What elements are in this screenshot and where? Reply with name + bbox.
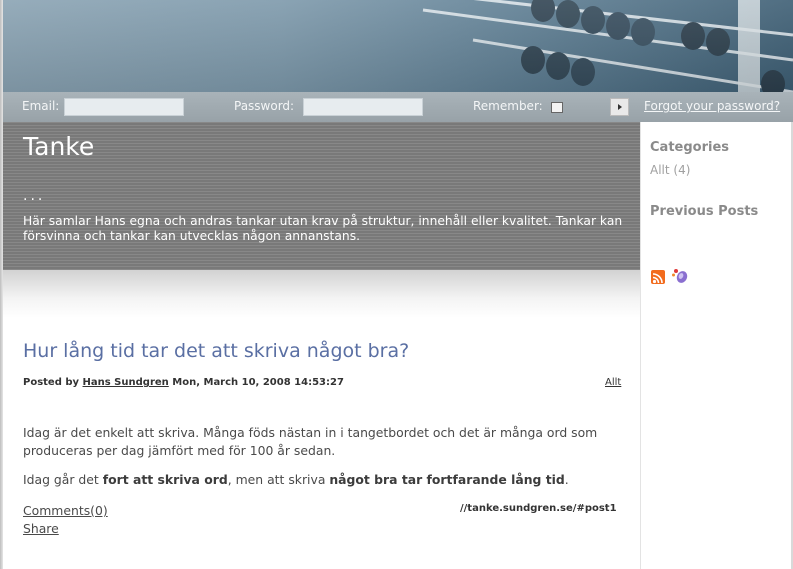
author-link[interactable]: Hans Sundgren [83,377,169,388]
site-description: Här samlar Hans egna och andras tankar u… [23,214,623,243]
remember-label: Remember: [473,99,543,113]
password-label: Password: [234,99,295,113]
login-bar: Email: Password: Remember: Forgot your p… [3,92,793,122]
post-paragraph-2: Idag går det fort att skriva ord, men at… [23,472,569,487]
post-meta: Posted by Hans Sundgren Mon, March 10, 2… [23,377,344,388]
post-paragraph-1: Idag är det enkelt att skriva. Många föd… [23,425,598,458]
permalink[interactable]: //tanke.sundgren.se/#post1 [460,503,617,514]
previous-posts-heading: Previous Posts [650,204,759,219]
password-field[interactable] [303,98,423,116]
feed-icon[interactable] [671,268,689,284]
post-date: Mon, March 10, 2008 14:53:27 [172,377,344,388]
site-title[interactable]: Tanke [23,132,94,161]
play-arrow-icon [618,104,622,110]
email-field[interactable] [64,98,184,116]
site-header: Tanke ... Här samlar Hans egna och andra… [3,122,640,270]
sidebar: Categories Allt (4) Previous Posts [640,122,793,569]
share-link[interactable]: Share [23,521,59,536]
post-category-link[interactable]: Allt [605,377,621,388]
remember-checkbox[interactable] [551,102,563,113]
category-link-allt[interactable]: Allt (4) [650,163,690,177]
comments-link[interactable]: Comments(0) [23,503,108,518]
email-label: Email: [22,99,60,113]
rss-icon[interactable] [651,270,665,284]
posted-by-label: Posted by [23,377,80,388]
forgot-password-link[interactable]: Forgot your password? [644,99,780,113]
header-dots: ... [23,188,46,204]
header-fade [3,270,640,318]
header-banner [3,0,793,92]
post-title[interactable]: Hur lång tid tar det att skriva något br… [23,340,409,362]
login-submit-button[interactable] [610,98,629,116]
categories-heading: Categories [650,140,730,155]
